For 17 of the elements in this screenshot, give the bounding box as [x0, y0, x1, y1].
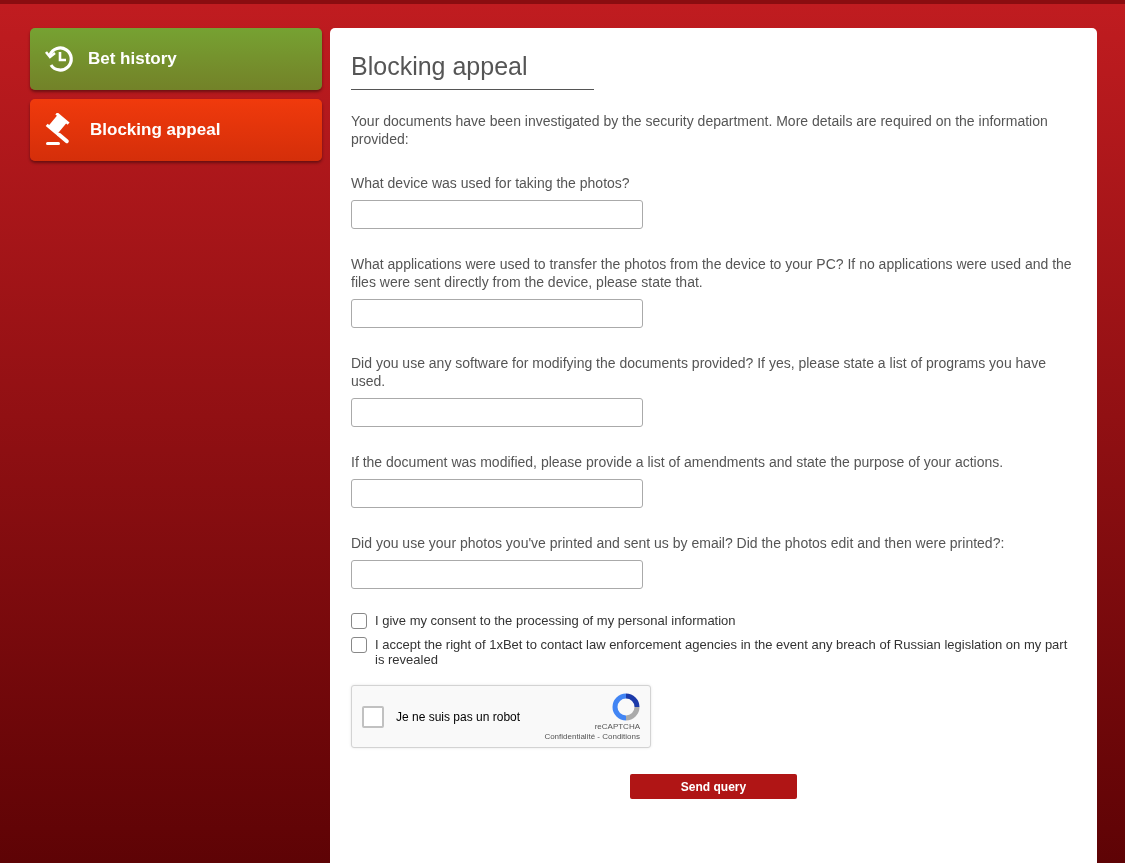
question-label: Did you use any software for modifying the documents provided? If yes, please state a list of programs you have used. [351, 354, 1047, 390]
question-label: What applications were used to transfer the photos from the device to your PC? If no applications were used and the files were sent directly from the device, please state that. [351, 255, 1073, 291]
question-label: If the document was modified, please provide a list of amendments and state the purpose of your actions. [351, 453, 1005, 471]
consent-label: I give my consent to the processing of my personal information [375, 613, 736, 628]
recaptcha-brand: reCAPTCHA [594, 721, 640, 731]
sidebar-item[interactable]: Bet history [30, 28, 322, 90]
captcha-label: Je ne suis pas un robot [396, 709, 522, 724]
question-label: What device was used for taking the photos? [351, 174, 631, 192]
intro-text: Your documents have been investigated by the security department. More details are required on the information provided: [351, 112, 1049, 148]
consent-label: I accept the right of 1xBet to contact law enforcement agencies in the event any breach of Russian legislation on my part is revealed [375, 637, 1069, 667]
sidebar-item-label: Bet history [88, 49, 177, 69]
recaptcha-links[interactable]: Confidentialité - Conditions [544, 731, 640, 741]
send-query-button[interactable]: Send query [630, 774, 797, 799]
sidebar-item[interactable]: Blocking appeal [30, 99, 322, 161]
sidebar-item-label: Blocking appeal [90, 120, 221, 140]
question-label: Did you use your photos you've printed and sent us by email? Did the photos edit and then were printed?: [351, 534, 1006, 552]
page-title: Blocking appeal [351, 52, 594, 90]
